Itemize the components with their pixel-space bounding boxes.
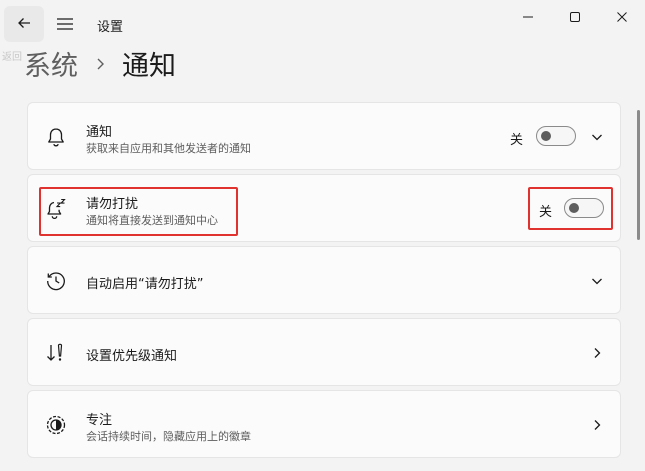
hamburger-icon xyxy=(57,15,73,34)
card-auto-dnd[interactable]: 自动启用“请勿打扰” xyxy=(27,246,621,314)
page-title: 通知 xyxy=(122,51,176,82)
app-title: 设置 xyxy=(97,20,124,35)
card-notifications[interactable]: 通知 获取来自应用和其他发送者的通知 关 xyxy=(27,102,621,170)
maximize-icon xyxy=(569,8,581,27)
close-icon xyxy=(616,8,628,27)
toggle-knob xyxy=(541,131,551,141)
notifications-subtitle: 获取来自应用和其他发送者的通知 xyxy=(86,142,251,155)
bell-icon xyxy=(44,125,68,149)
back-tooltip-ghost: 返回 xyxy=(2,52,22,63)
chevron-right-icon xyxy=(96,57,106,71)
minimize-icon xyxy=(522,8,534,27)
nav-menu-button[interactable] xyxy=(50,6,80,42)
arrow-left-icon xyxy=(17,15,31,34)
auto-dnd-title: 自动启用“请勿打扰” xyxy=(86,277,204,292)
breadcrumb: 系统 通知 xyxy=(24,44,176,83)
scrollbar[interactable] xyxy=(637,110,640,240)
highlight-box-dnd-toggle xyxy=(528,187,613,230)
back-button[interactable] xyxy=(4,6,44,42)
notifications-title: 通知 xyxy=(86,125,113,140)
priority-title: 设置优先级通知 xyxy=(86,349,178,364)
maximize-button[interactable] xyxy=(552,0,598,34)
focus-icon xyxy=(44,413,68,437)
highlight-box-dnd-label xyxy=(39,187,238,236)
chevron-right-icon[interactable] xyxy=(589,417,605,433)
chevron-right-icon[interactable] xyxy=(589,345,605,361)
focus-title: 专注 xyxy=(86,413,113,428)
clock-icon xyxy=(44,269,68,293)
card-focus[interactable]: 专注 会话持续时间，隐藏应用上的徽章 xyxy=(27,390,621,458)
breadcrumb-parent[interactable]: 系统 xyxy=(24,44,78,83)
chevron-down-icon[interactable] xyxy=(589,129,605,145)
close-button[interactable] xyxy=(599,0,645,34)
priority-icon xyxy=(44,341,68,365)
notifications-toggle[interactable] xyxy=(536,126,576,146)
title-bar: 设置 xyxy=(0,0,645,50)
chevron-down-icon[interactable] xyxy=(589,273,605,289)
focus-subtitle: 会话持续时间，隐藏应用上的徽章 xyxy=(86,430,251,443)
notifications-toggle-label: 关 xyxy=(510,133,524,148)
minimize-button[interactable] xyxy=(505,0,551,34)
card-priority-notifications[interactable]: 设置优先级通知 xyxy=(27,318,621,386)
